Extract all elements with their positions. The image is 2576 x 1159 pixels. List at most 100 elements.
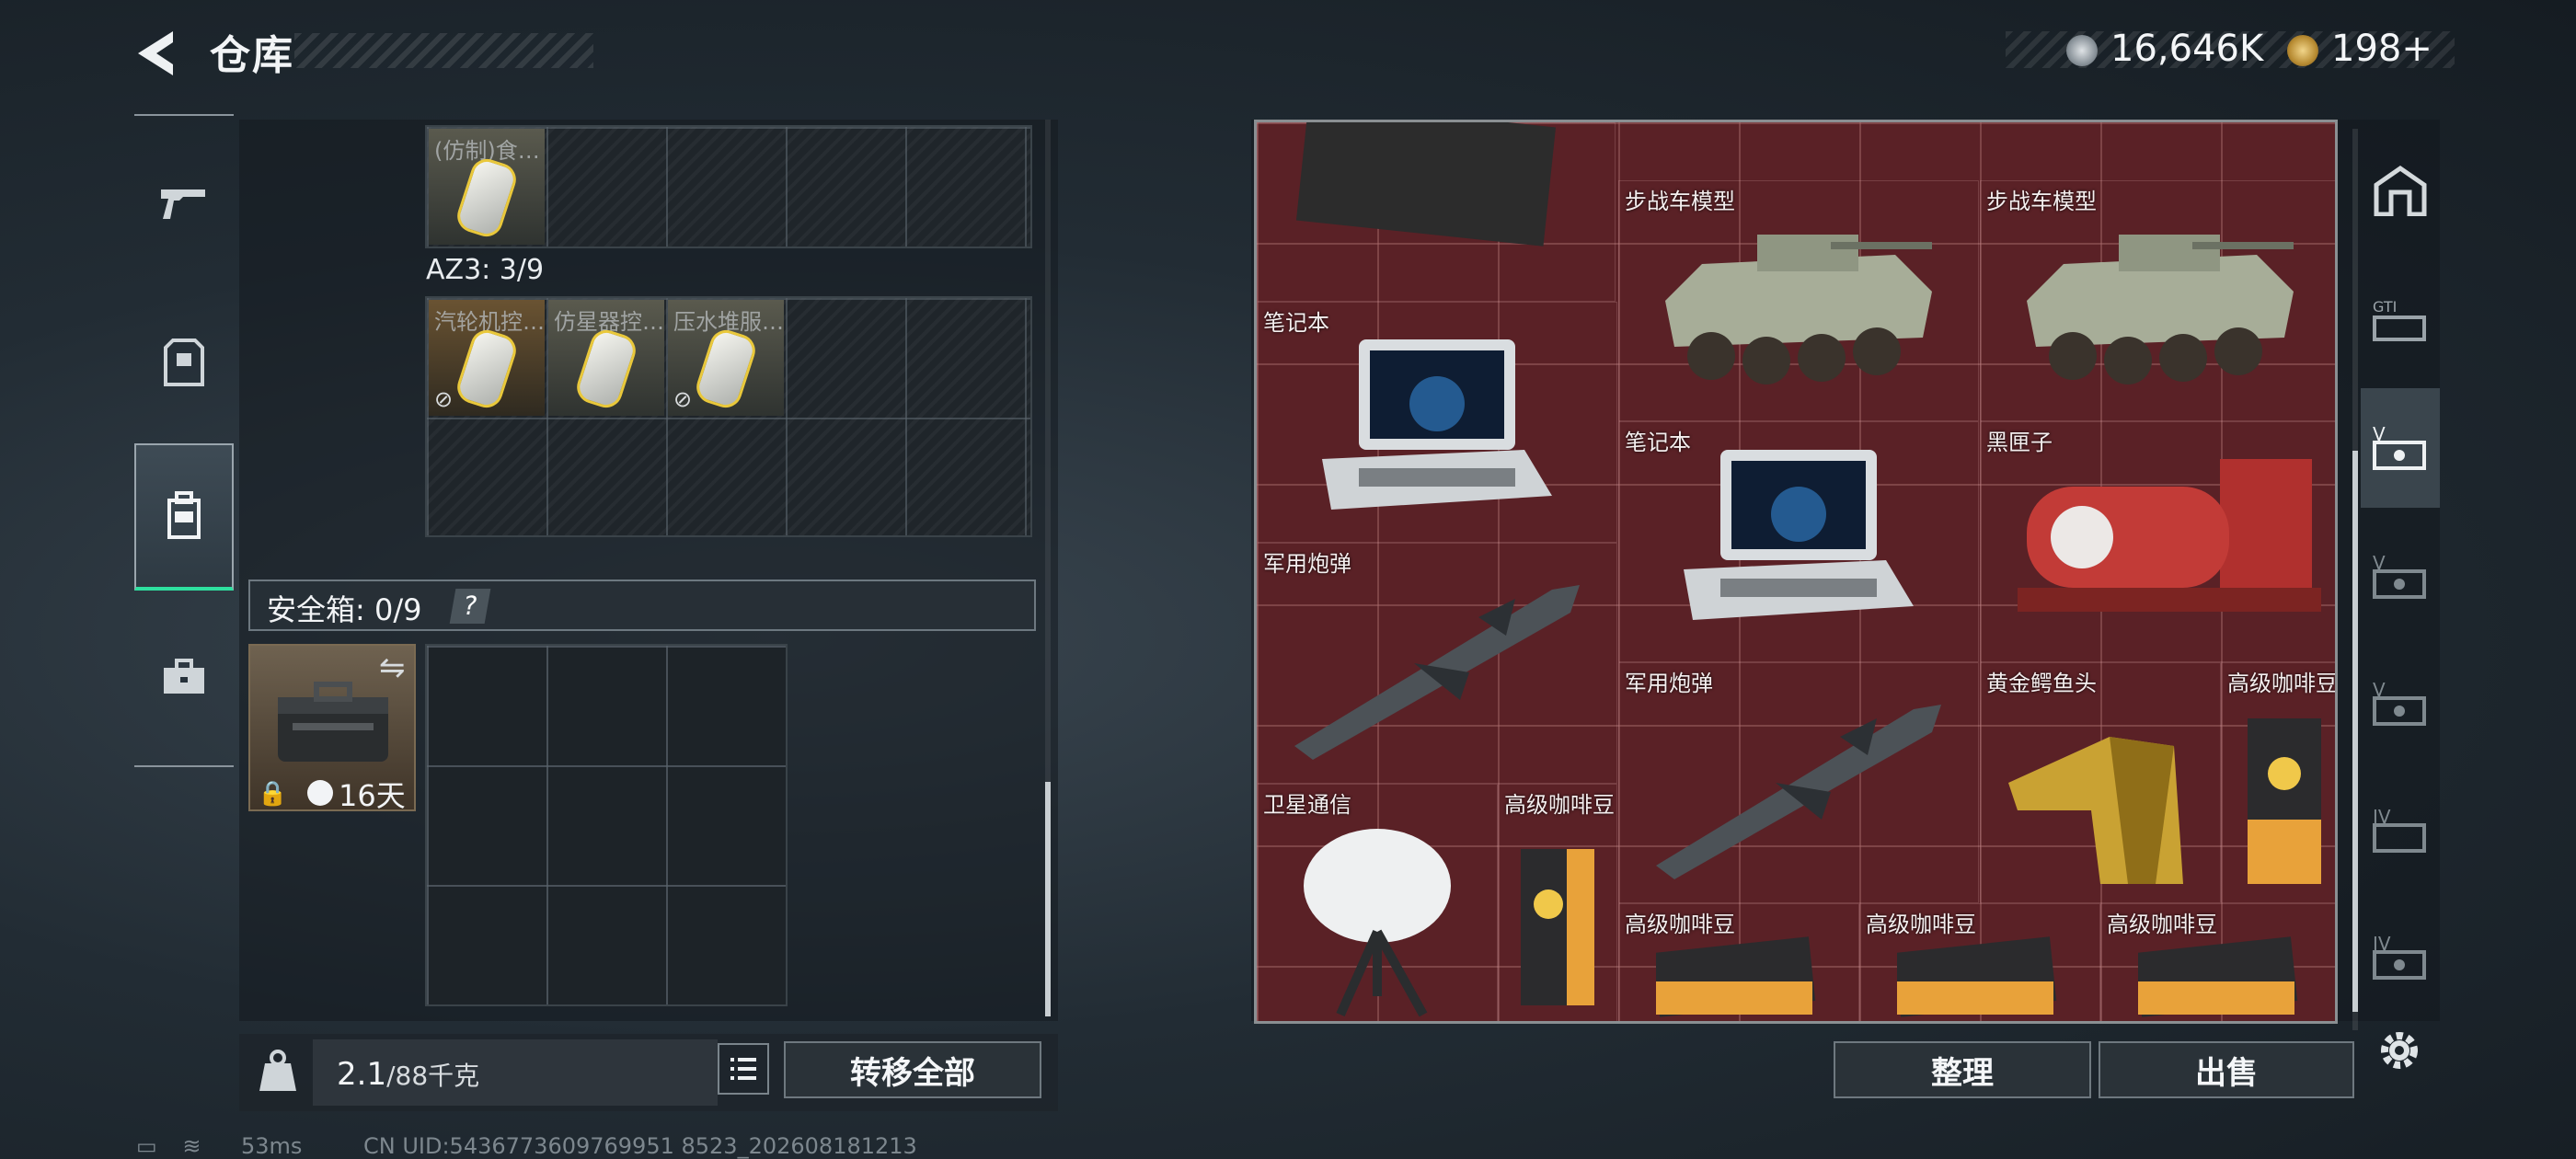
- satellite-dish-image: [1304, 829, 1451, 1017]
- ifv-model-image: [1665, 235, 1932, 384]
- help-button[interactable]: ?: [449, 589, 491, 624]
- container-grid-b: 汽轮机控… ⊘ 仿星器控… 压水堆服… ⊘: [425, 296, 1032, 537]
- title-decoration: [294, 33, 593, 68]
- tab-stash-v-3[interactable]: V: [2361, 644, 2440, 763]
- item-label: 高级咖啡豆: [1866, 912, 1976, 937]
- stash-iv-icon: IV: [2373, 806, 2426, 853]
- tab-stash-v-1[interactable]: V: [2361, 388, 2440, 508]
- armor-icon: [164, 339, 204, 386]
- backpack-icon: [167, 491, 201, 539]
- item-slot[interactable]: 仿星器控…: [548, 300, 664, 416]
- safe-box-label: 安全箱: 0/9: [267, 592, 422, 627]
- tab-backpack[interactable]: [134, 443, 234, 591]
- swap-icon[interactable]: ⇋: [379, 649, 406, 686]
- cloth-image: [1295, 122, 1557, 247]
- case-duration: 16天: [339, 778, 406, 813]
- wifi-icon: ≋: [182, 1133, 201, 1159]
- blackbox-image: [2018, 459, 2321, 612]
- stash-item-ifv[interactable]: 步战车模型: [1618, 180, 1979, 421]
- stash-item-coffee[interactable]: 高级咖啡豆: [1618, 903, 1859, 1021]
- lock-icon: 🔒: [258, 780, 288, 808]
- svg-text:GTI: GTI: [2373, 298, 2397, 316]
- no-insure-icon: ⊘: [434, 386, 454, 412]
- stash-item-shell[interactable]: 军用炮弹: [1618, 662, 1979, 903]
- tab-stash-iv-1[interactable]: IV: [2361, 771, 2440, 890]
- stash-item-coffee[interactable]: 高级咖啡豆: [2221, 662, 2338, 903]
- stash-item-shell[interactable]: 军用炮弹: [1257, 543, 1617, 784]
- transfer-all-button[interactable]: 转移全部: [784, 1041, 1041, 1098]
- page-title: 仓库: [210, 32, 294, 79]
- tab-case[interactable]: [134, 603, 234, 751]
- weight-max: /88千克: [386, 1061, 480, 1091]
- coffee-bag-image: [2138, 936, 2298, 1017]
- safehouse-icon: [2374, 165, 2427, 216]
- scrollbar-thumb[interactable]: [2352, 451, 2358, 1012]
- no-insure-icon: ⊘: [673, 386, 693, 412]
- coffee-bag-image: [1656, 936, 1816, 1017]
- safe-case-icon: [278, 682, 388, 762]
- stash-item-blackbox[interactable]: 黑匣子: [1980, 421, 2335, 662]
- item-label: 高级咖啡豆: [1625, 912, 1735, 937]
- sort-button[interactable]: 整理: [1834, 1041, 2091, 1098]
- tab-stash-gti[interactable]: GTI: [2361, 259, 2440, 379]
- tab-stash-iv-2[interactable]: IV: [2361, 898, 2440, 1017]
- ifv-model-image: [2027, 235, 2294, 384]
- stash-item-laptop[interactable]: 笔记本: [1618, 421, 1979, 662]
- silver-coin-icon: [2066, 35, 2098, 66]
- item-slot[interactable]: 汽轮机控… ⊘: [429, 300, 545, 416]
- laptop-image: [1684, 450, 1914, 620]
- stash-item-satellite[interactable]: 卫星通信: [1257, 784, 1498, 1021]
- latency-value: 53ms: [241, 1133, 303, 1159]
- stash-item-coffee[interactable]: 高级咖啡豆: [1859, 903, 2100, 1021]
- container-capacity-label: AZ3: 3/9: [426, 254, 545, 286]
- list-icon: [730, 1058, 756, 1080]
- tab-safehouse[interactable]: [2361, 131, 2440, 250]
- stash-item-coffee[interactable]: 高级咖啡豆: [1498, 784, 1617, 1021]
- user-uid: CN UID:5436773609769951 8523_20260818121…: [363, 1133, 917, 1159]
- coffee-bag-image: [1521, 849, 1594, 1005]
- scrollbar-thumb[interactable]: [1045, 782, 1051, 1016]
- item-slot[interactable]: 压水堆服… ⊘: [668, 300, 784, 416]
- clock-icon: [307, 780, 333, 806]
- stash-grid: 步战车模型 步战车模型 笔记本 笔记本 黑匣子 军用炮弹 军用炮弹 黄金鳄鱼头 …: [1254, 120, 2338, 1024]
- weight-value: 2.1/88千克: [337, 1056, 479, 1093]
- battery-icon: ▭: [136, 1133, 157, 1159]
- sell-button[interactable]: 出售: [2099, 1041, 2354, 1098]
- back-arrow-icon[interactable]: [129, 26, 184, 81]
- pistol-icon: [161, 189, 205, 219]
- gold-amount[interactable]: 198+: [2331, 28, 2432, 70]
- stash-item-laptop[interactable]: 笔记本: [1257, 302, 1617, 543]
- gti-stash-icon: GTI: [2373, 298, 2426, 341]
- silver-amount: 16,646K: [2110, 28, 2264, 70]
- item-label: 高级咖啡豆: [2107, 912, 2217, 937]
- stash-item-ifv[interactable]: 步战车模型: [1980, 180, 2335, 421]
- weight-current: 2.1: [337, 1056, 387, 1093]
- stash-iv-icon: IV: [2373, 933, 2426, 980]
- tab-stash-v-2[interactable]: V: [2361, 517, 2440, 637]
- stash-item-cloth[interactable]: [1257, 122, 1616, 302]
- safe-case-item[interactable]: ⇋ 🔒 16天: [248, 644, 416, 813]
- coffee-bag-image: [2248, 718, 2321, 884]
- container-grid-a: (仿制)食…: [425, 125, 1032, 248]
- stash-v-icon: V: [2373, 552, 2426, 599]
- item-slot[interactable]: (仿制)食…: [429, 129, 545, 245]
- stash-v-icon: V: [2373, 423, 2426, 470]
- safe-box-grid: [425, 644, 788, 1006]
- stash-item-golden-croc[interactable]: 黄金鳄鱼头: [1980, 662, 2221, 903]
- status-icons: ▭ ≋: [136, 1133, 201, 1159]
- missile-image: [1294, 585, 1580, 760]
- weight-icon: [259, 1050, 296, 1091]
- settings-gear-icon[interactable]: [2374, 1025, 2425, 1076]
- item-label: 黄金鳄鱼头: [1986, 671, 2097, 696]
- item-label: 高级咖啡豆: [2227, 671, 2338, 696]
- stash-v-icon: V: [2373, 679, 2426, 726]
- tab-weapon[interactable]: [134, 129, 234, 276]
- gold-coin-icon[interactable]: [2287, 35, 2318, 66]
- missile-image: [1656, 705, 1941, 879]
- stash-item-coffee[interactable]: 高级咖啡豆: [2100, 903, 2335, 1021]
- briefcase-icon: [164, 659, 204, 694]
- coffee-bag-image: [1897, 936, 2057, 1017]
- laptop-image: [1322, 339, 1552, 510]
- list-view-button[interactable]: [718, 1043, 769, 1095]
- tab-armor[interactable]: [134, 289, 234, 436]
